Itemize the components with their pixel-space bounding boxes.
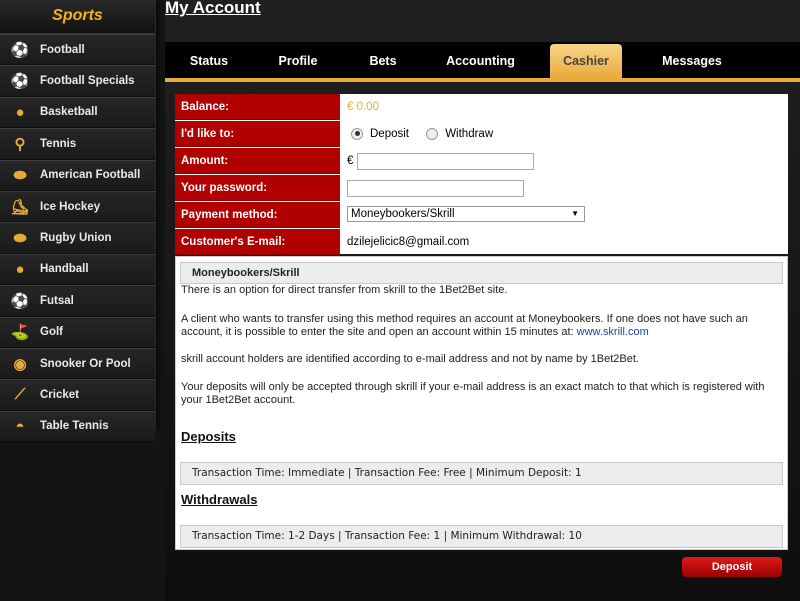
tab-accounting[interactable]: Accounting xyxy=(423,44,538,78)
sidebar-item-football-specials[interactable]: ⚽ Football Specials xyxy=(0,65,155,97)
cricket-bat-icon: ⟋ xyxy=(14,386,26,404)
info-paragraph: Your deposits will only be accepted thro… xyxy=(181,381,765,406)
currency-symbol: € xyxy=(347,155,354,167)
sidebar-item-label: Cricket xyxy=(40,388,79,401)
sidebar-item-american-football[interactable]: ⬬ American Football xyxy=(0,159,155,191)
sidebar-item-label: Football Specials xyxy=(40,75,135,88)
sidebar-item-tennis[interactable]: ⚲ Tennis xyxy=(0,128,155,160)
amount-input[interactable] xyxy=(357,153,534,170)
tab-cashier[interactable]: Cashier xyxy=(550,44,622,78)
password-row: Your password: xyxy=(175,175,788,201)
tab-bets[interactable]: Bets xyxy=(343,44,423,78)
sidebar-item-snooker-or-pool[interactable]: ◉ Snooker Or Pool xyxy=(0,347,155,380)
sidebar-item-ice-hockey[interactable]: ⛸ Ice Hockey xyxy=(0,190,155,223)
golfer-icon: ⛳ xyxy=(10,324,30,342)
ice-hockey-icon: ⛸ xyxy=(10,198,30,216)
tab-messages[interactable]: Messages xyxy=(622,44,762,78)
withdrawals-heading: Withdrawals xyxy=(181,492,258,507)
sidebar-item-label: Handball xyxy=(40,263,89,276)
action-label: I'd like to: xyxy=(175,121,340,147)
american-football-icon: ⬬ xyxy=(13,166,27,184)
sidebar-item-label: Futsal xyxy=(40,294,74,307)
skrill-link[interactable]: www.skrill.com xyxy=(577,326,649,338)
balance-row: Balance: € 0.00 xyxy=(175,94,788,120)
sidebar-item-label: Table Tennis xyxy=(40,420,109,433)
sidebar-item-label: Football xyxy=(40,43,85,56)
sidebar-item-basketball[interactable]: ● Basketball xyxy=(0,96,155,129)
tab-underline xyxy=(165,78,800,82)
info-paragraph: skrill account holders are identified ac… xyxy=(181,353,639,365)
info-paragraph: A client who wants to transfer using thi… xyxy=(181,313,781,339)
tab-status[interactable]: Status xyxy=(165,44,253,78)
table-tennis-icon: ◓ xyxy=(15,417,25,435)
info-paragraph: There is an option for direct transfer f… xyxy=(181,284,508,296)
payment-info-panel: Moneybookers/Skrill There is an option f… xyxy=(175,256,788,550)
deposits-details: Transaction Time: Immediate | Transactio… xyxy=(180,462,783,485)
deposit-button[interactable]: Deposit xyxy=(682,557,782,577)
sidebar-item-label: Ice Hockey xyxy=(40,200,101,213)
amount-label: Amount: xyxy=(175,148,340,174)
soccer-ball-icon: ⚽ xyxy=(10,41,30,59)
password-input[interactable] xyxy=(347,180,524,197)
deposit-option-label: Deposit xyxy=(370,128,409,140)
payment-selected-value: Moneybookers/Skrill xyxy=(351,208,455,220)
sidebar-item-label: Rugby Union xyxy=(40,232,112,245)
sidebar-item-golf[interactable]: ⛳ Golf xyxy=(0,316,155,348)
amount-row: Amount: € xyxy=(175,148,788,174)
email-label: Customer's E-mail: xyxy=(175,229,340,255)
sidebar-item-label: Tennis xyxy=(40,137,77,150)
payment-method-header: Moneybookers/Skrill xyxy=(180,262,783,284)
handball-icon: ● xyxy=(15,260,25,278)
dropdown-arrow-icon: ▼ xyxy=(571,209,579,218)
futsal-icon: ⚽ xyxy=(10,292,30,310)
snooker-ball-icon: ◉ xyxy=(13,355,27,373)
password-label: Your password: xyxy=(175,175,340,201)
sidebar-item-label: Basketball xyxy=(40,106,98,119)
payment-label: Payment method: xyxy=(175,202,340,228)
sidebar-item-label: Golf xyxy=(40,326,63,339)
payment-method-select[interactable]: Moneybookers/Skrill ▼ xyxy=(347,206,585,222)
sidebar-item-table-tennis[interactable]: ◓ Table Tennis xyxy=(0,410,155,443)
cashier-form: Balance: € 0.00 I'd like to: Deposit Wit… xyxy=(175,94,788,255)
sidebar-item-football[interactable]: ⚽ Football xyxy=(0,34,155,66)
deposit-radio[interactable] xyxy=(351,127,363,140)
email-value: dzilejelicic8@gmail.com xyxy=(347,236,470,248)
email-row: Customer's E-mail: dzilejelicic8@gmail.c… xyxy=(175,229,788,255)
rugby-ball-icon: ⬬ xyxy=(13,229,27,247)
soccer-ball-icon: ⚽ xyxy=(10,73,30,91)
balance-label: Balance: xyxy=(175,94,340,120)
tab-profile[interactable]: Profile xyxy=(253,44,343,78)
payment-row: Payment method: Moneybookers/Skrill ▼ xyxy=(175,202,788,228)
withdraw-option-label: Withdraw xyxy=(445,128,494,140)
deposits-heading: Deposits xyxy=(181,429,236,444)
page-title: My Account xyxy=(165,0,261,17)
sidebar-item-rugby-union[interactable]: ⬬ Rugby Union xyxy=(0,222,155,254)
sidebar-item-label: Snooker Or Pool xyxy=(40,357,131,370)
sidebar-item-futsal[interactable]: ⚽ Futsal xyxy=(0,285,155,317)
action-row: I'd like to: Deposit Withdraw xyxy=(175,121,788,147)
basketball-icon: ● xyxy=(15,103,25,121)
withdrawals-details: Transaction Time: 1-2 Days | Transaction… xyxy=(180,525,783,548)
withdraw-radio[interactable] xyxy=(426,127,439,140)
sidebar-item-handball[interactable]: ● Handball xyxy=(0,253,155,286)
sports-sidebar: Sports ⚽ Football ⚽ Football Specials ● … xyxy=(0,0,156,443)
sidebar-item-cricket[interactable]: ⟋ Cricket xyxy=(0,379,155,411)
account-tabs: Status Profile Bets Accounting Cashier M… xyxy=(165,42,800,78)
info-paragraph-text: A client who wants to transfer using thi… xyxy=(181,313,748,338)
balance-value: € 0.00 xyxy=(347,101,379,113)
sidebar-item-label: American Football xyxy=(40,169,141,182)
tennis-player-icon: ⚲ xyxy=(14,135,26,153)
sidebar-title: Sports xyxy=(0,0,155,34)
action-options: Deposit Withdraw xyxy=(351,121,493,147)
